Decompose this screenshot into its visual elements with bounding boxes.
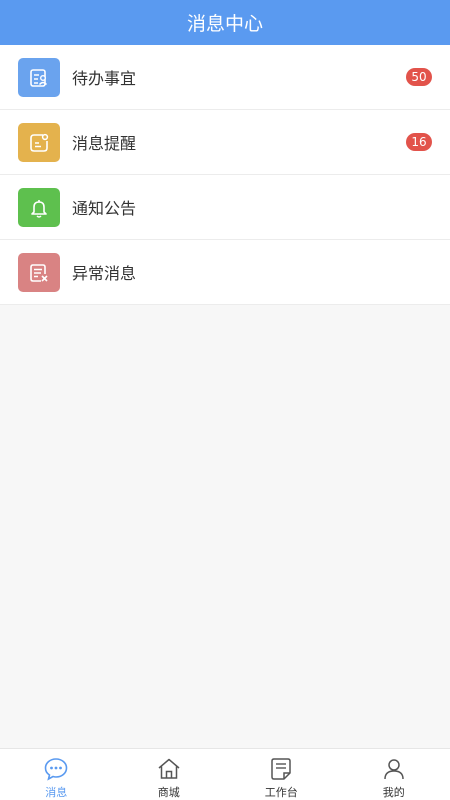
list-item-abnormal[interactable]: 异常消息 xyxy=(0,240,450,305)
tab-profile[interactable]: 我的 xyxy=(338,749,450,800)
home-icon xyxy=(156,756,182,782)
list-item-notice[interactable]: 通知公告 xyxy=(0,175,450,240)
list-item-reminder[interactable]: 消息提醒 16 xyxy=(0,110,450,175)
tab-mall[interactable]: 商城 xyxy=(113,749,226,800)
message-reminder-icon xyxy=(18,123,60,162)
app-header: 消息中心 xyxy=(0,0,450,45)
tab-workbench[interactable]: 工作台 xyxy=(225,749,338,800)
tab-label: 商城 xyxy=(157,786,180,799)
unread-count-badge: 50 xyxy=(406,68,432,86)
chat-bubble-icon xyxy=(43,756,69,782)
list-item-label: 通知公告 xyxy=(72,199,137,218)
list-item-label: 消息提醒 xyxy=(72,134,137,153)
list-item-label: 异常消息 xyxy=(72,264,137,283)
todo-list-icon xyxy=(18,58,60,97)
bell-icon xyxy=(18,188,60,227)
list-item-label: 待办事宜 xyxy=(72,69,137,88)
user-icon xyxy=(381,756,407,782)
tab-label: 我的 xyxy=(382,786,405,799)
unread-count-badge: 16 xyxy=(406,133,432,151)
tab-messages[interactable]: 消息 xyxy=(0,749,113,800)
bottom-tab-bar: 消息 商城 工作台 我的 xyxy=(0,748,450,800)
tab-label: 消息 xyxy=(45,786,68,799)
page-title: 消息中心 xyxy=(186,13,263,35)
abnormal-message-icon xyxy=(18,253,60,292)
list-item-todo[interactable]: 待办事宜 50 xyxy=(0,45,450,110)
tab-label: 工作台 xyxy=(264,786,298,799)
workbench-icon xyxy=(268,756,294,782)
message-category-list: 待办事宜 50 消息提醒 16 通知公告 异常消息 xyxy=(0,45,450,305)
